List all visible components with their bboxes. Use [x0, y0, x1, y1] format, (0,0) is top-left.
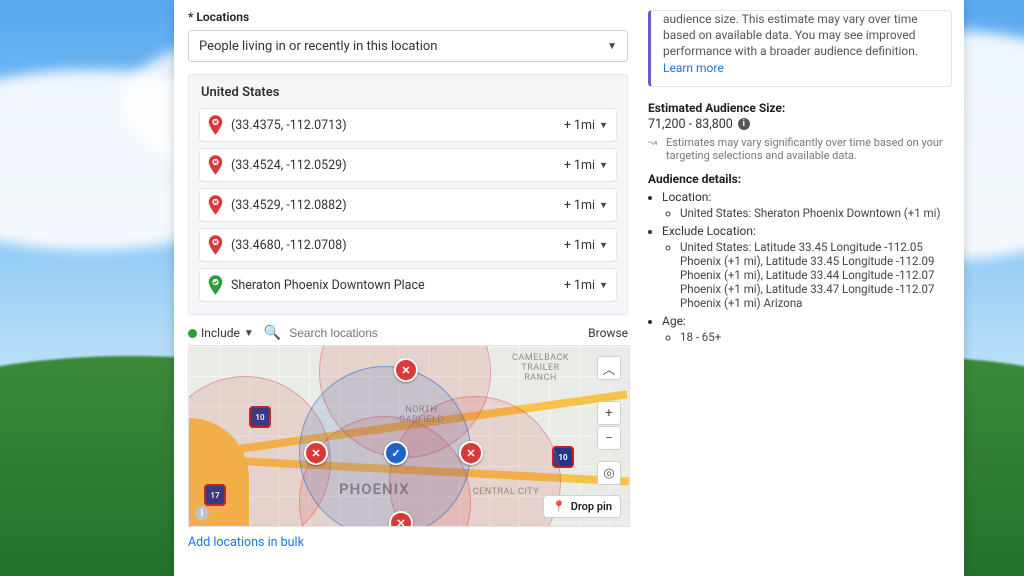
drop-pin-button[interactable]: 📍 Drop pin: [543, 495, 621, 518]
include-mode-dropdown[interactable]: Include ▼: [188, 326, 254, 340]
detail-exclude-location: Exclude Location: United States: Latitud…: [662, 224, 952, 310]
ads-manager-panel: * Locations People living in or recently…: [174, 0, 964, 576]
location-label: (33.4375, -112.0713): [231, 118, 347, 133]
browse-link[interactable]: Browse: [588, 326, 628, 340]
location-group: United States (33.4375, -112.0713) + 1mi…: [188, 74, 628, 315]
audience-details-label: Audience details:: [648, 172, 952, 186]
map-exclude-pin-icon[interactable]: ✕: [459, 441, 483, 465]
dropdown-value: People living in or recently in this loc…: [199, 39, 437, 54]
map-neighborhood-label: CAMELBACK TRAILER RANCH: [512, 354, 569, 384]
search-input[interactable]: [287, 325, 578, 341]
estimate-note: Estimates may vary significantly over ti…: [666, 136, 952, 162]
add-locations-in-bulk-link[interactable]: Add locations in bulk: [188, 535, 628, 550]
map-zoom-out-button[interactable]: −: [597, 426, 621, 450]
location-targeting-column: * Locations People living in or recently…: [188, 10, 628, 570]
include-dot-icon: [188, 329, 197, 338]
location-search-row: Include ▼ 🔍 Browse: [188, 325, 628, 341]
tip-body: audience size. This estimate may vary ov…: [663, 11, 939, 60]
map-include-pin-icon[interactable]: ✓: [384, 441, 408, 465]
pin-icon: 📍: [552, 500, 566, 513]
location-label: Sheraton Phoenix Downtown Place: [231, 278, 425, 293]
chevron-down-icon: ▼: [599, 240, 608, 251]
estimated-audience-value: 71,200 - 83,800 i: [648, 117, 952, 132]
locations-section-label: * Locations: [188, 10, 628, 24]
radius-dropdown[interactable]: + 1mi▼: [564, 158, 608, 173]
location-row[interactable]: (33.4375, -112.0713) + 1mi▼: [199, 108, 617, 142]
radius-dropdown[interactable]: + 1mi▼: [564, 118, 608, 133]
radius-dropdown[interactable]: + 1mi▼: [564, 198, 608, 213]
location-row[interactable]: Sheraton Phoenix Downtown Place + 1mi▼: [199, 268, 617, 302]
map-collapse-button[interactable]: ︿: [597, 356, 621, 380]
exclude-pin-icon: [208, 235, 223, 255]
location-label: (33.4524, -112.0529): [231, 158, 347, 173]
exclude-pin-icon: [208, 195, 223, 215]
map-locate-button[interactable]: ◎: [597, 461, 621, 485]
include-pin-icon: [208, 275, 223, 295]
chevron-down-icon: ▼: [599, 160, 608, 171]
map-exclude-pin-icon[interactable]: ✕: [304, 441, 328, 465]
location-label: (33.4680, -112.0708): [231, 238, 347, 253]
info-icon[interactable]: i: [738, 118, 750, 130]
exclude-pin-icon: [208, 115, 223, 135]
country-header: United States: [201, 85, 617, 100]
location-row[interactable]: (33.4524, -112.0529) + 1mi▼: [199, 148, 617, 182]
map-info-icon[interactable]: i: [195, 506, 209, 520]
audience-tip-box: audience size. This estimate may vary ov…: [648, 10, 952, 87]
location-search[interactable]: 🔍: [264, 325, 578, 341]
chevron-down-icon: ▼: [244, 328, 254, 339]
audience-summary-column: audience size. This estimate may vary ov…: [648, 10, 952, 570]
radius-dropdown[interactable]: + 1mi▼: [564, 278, 608, 293]
audience-details-list: Location: United States: Sheraton Phoeni…: [662, 190, 952, 344]
chevron-down-icon: ▼: [599, 200, 608, 211]
detail-location: Location: United States: Sheraton Phoeni…: [662, 190, 952, 220]
location-row[interactable]: (33.4529, -112.0882) + 1mi▼: [199, 188, 617, 222]
audience-location-type-dropdown[interactable]: People living in or recently in this loc…: [188, 30, 628, 62]
map-zoom-in-button[interactable]: +: [597, 401, 621, 425]
chevron-down-icon: ▼: [607, 41, 617, 52]
chevron-down-icon: ▼: [599, 120, 608, 131]
estimated-audience-label: Estimated Audience Size:: [648, 101, 952, 115]
radius-dropdown[interactable]: + 1mi▼: [564, 238, 608, 253]
chevron-down-icon: ▼: [599, 280, 608, 291]
search-icon: 🔍: [264, 325, 281, 341]
location-row[interactable]: (33.4680, -112.0708) + 1mi▼: [199, 228, 617, 262]
detail-age: Age: 18 - 65+: [662, 314, 952, 344]
exclude-pin-icon: [208, 155, 223, 175]
location-map[interactable]: 10 10 17 PHOENIX CENTRAL CITY NORTH GARF…: [188, 345, 630, 527]
map-exclude-pin-icon[interactable]: ✕: [394, 358, 418, 382]
location-label: (33.4529, -112.0882): [231, 198, 347, 213]
learn-more-link[interactable]: Learn more: [663, 61, 724, 75]
